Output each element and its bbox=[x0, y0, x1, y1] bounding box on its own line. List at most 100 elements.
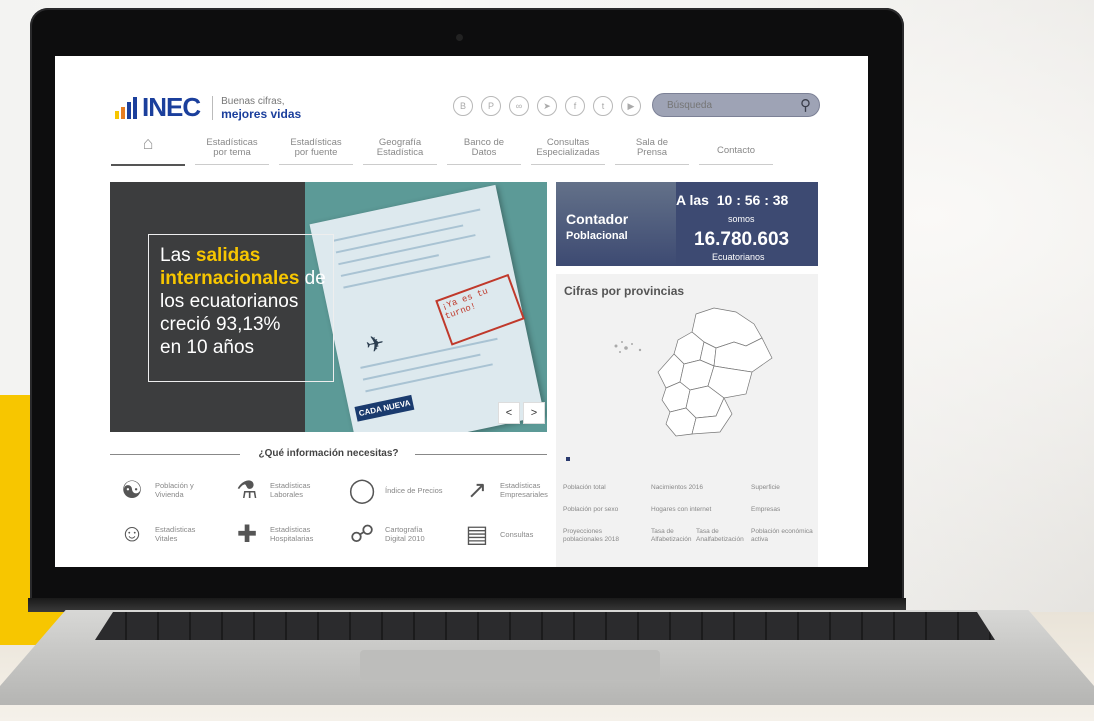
nav-sala-prensa[interactable]: Sala de Prensa bbox=[615, 138, 689, 165]
slider-quote: Las salidas internacionales de los ecuat… bbox=[160, 244, 330, 359]
nav-label: Especializadas bbox=[536, 147, 600, 158]
cat-poblacion-vivienda[interactable]: ☯ Población y Vivienda bbox=[115, 474, 215, 506]
stat-alfabetizacion[interactable]: Tasa de Alfabetización bbox=[651, 528, 691, 544]
twitter-icon[interactable]: t bbox=[593, 96, 613, 116]
nav-consultas[interactable]: Consultas Especializadas bbox=[531, 138, 605, 165]
paper-stamp: ¡Ya es tu turno! bbox=[435, 273, 525, 346]
tagline-line2: mejores vidas bbox=[221, 106, 302, 121]
time-value: 10 : 56 : 38 bbox=[716, 192, 789, 208]
webcam-icon bbox=[456, 34, 463, 41]
stat-empresas[interactable]: Empresas bbox=[751, 506, 780, 514]
info-title: ¿Qué información necesitas? bbox=[258, 448, 399, 459]
nav-estadisticas-fuente[interactable]: Estadísticas por fuente bbox=[279, 138, 353, 165]
population-number: 16.780.603 bbox=[694, 229, 790, 250]
provincias-title: Cifras por provincias bbox=[564, 284, 685, 298]
cat-label: Población y Vivienda bbox=[155, 481, 194, 499]
cat-estadisticas-laborales[interactable]: ⚗ Estadísticas Laborales bbox=[230, 474, 330, 506]
quote-pre: Las bbox=[160, 245, 196, 266]
slider-prev-button[interactable]: < bbox=[498, 402, 520, 424]
worker-icon: ⚗ bbox=[236, 476, 258, 504]
hospital-icon: ✚ bbox=[236, 520, 258, 548]
quote-line5: en 10 años bbox=[160, 337, 255, 358]
nav-contacto[interactable]: Contacto bbox=[699, 138, 773, 165]
contador-title-text: Contador bbox=[566, 211, 629, 227]
prices-icon: ◯ bbox=[348, 476, 376, 504]
stat-analfabetizacion[interactable]: Tasa de Analfabetización bbox=[696, 528, 744, 544]
growth-chart-icon: ↗ bbox=[466, 476, 488, 504]
consultas-icon: ▤ bbox=[465, 520, 489, 548]
ecuador-map-icon[interactable] bbox=[596, 302, 796, 442]
cat-cartografia-digital[interactable]: ☍ Cartografía Digital 2010 bbox=[345, 518, 445, 550]
nav-label: por tema bbox=[213, 147, 251, 158]
search-input[interactable] bbox=[665, 94, 799, 116]
home-icon: ⌂ bbox=[142, 133, 154, 153]
plane-icon: ✈ bbox=[363, 329, 387, 358]
stat-superficie[interactable]: Superficie bbox=[751, 484, 780, 492]
nav-label: Contacto bbox=[716, 145, 756, 156]
nav-label: Datos bbox=[471, 147, 497, 158]
cat-label: Estadísticas Empresariales bbox=[500, 481, 548, 499]
cat-label: Índice de Precios bbox=[385, 485, 443, 495]
cat-consultas[interactable]: ▤ Consultas bbox=[460, 518, 560, 550]
stat-proyecciones[interactable]: Proyecciones poblacionales 2018 bbox=[563, 528, 633, 544]
quote-line4: creció 93,13% bbox=[160, 314, 281, 335]
keyboard bbox=[95, 612, 995, 640]
stat-poblacion-sexo[interactable]: Población por sexo bbox=[563, 506, 618, 514]
facebook-icon[interactable]: f bbox=[565, 96, 585, 116]
logo-text: INEC bbox=[142, 92, 201, 122]
trackpad bbox=[360, 650, 660, 680]
nav-banco-datos[interactable]: Banco de Datos bbox=[447, 138, 521, 165]
baby-icon: ☺ bbox=[119, 520, 145, 547]
slider-arrows: < > bbox=[498, 402, 547, 424]
slider-next-button[interactable]: > bbox=[523, 402, 545, 424]
provincias-panel: Cifras por provincias Población total Na… bbox=[556, 274, 818, 567]
population-unit: Ecuatorianos bbox=[712, 252, 765, 262]
nav-label: por fuente bbox=[294, 147, 338, 158]
nav-geografia[interactable]: Geografía Estadística bbox=[363, 138, 437, 165]
nav-label: Prensa bbox=[636, 147, 668, 158]
quote-post: de bbox=[299, 268, 326, 289]
pinterest-icon[interactable]: P bbox=[481, 96, 501, 116]
map-marker-icon bbox=[566, 457, 570, 461]
nav-home[interactable]: ⌂ bbox=[111, 134, 185, 166]
screen: INEC Buenas cifras, mejores vidas B P ∞ … bbox=[55, 56, 868, 567]
flickr-icon[interactable]: ∞ bbox=[509, 96, 529, 116]
cat-label: Cartografía Digital 2010 bbox=[385, 525, 425, 543]
map-icon: ☍ bbox=[349, 520, 375, 548]
contador-title: Contador Poblacional bbox=[566, 212, 628, 244]
telegram-icon[interactable]: ➤ bbox=[537, 96, 557, 116]
stat-nacimientos[interactable]: Nacimientos 2016 bbox=[651, 484, 703, 492]
logo-bars-icon bbox=[115, 96, 139, 119]
cat-estadisticas-vitales[interactable]: ☺ Estadísticas Vitales bbox=[115, 518, 215, 550]
logo[interactable]: INEC Buenas cifras, mejores vidas bbox=[115, 92, 301, 123]
cat-indice-precios[interactable]: ◯ Índice de Precios bbox=[345, 474, 445, 506]
stat-poblacion-total[interactable]: Población total bbox=[563, 484, 606, 492]
tagline: Buenas cifras, mejores vidas bbox=[212, 95, 302, 121]
people-icon: ☯ bbox=[121, 476, 143, 504]
cat-label: Estadísticas Vitales bbox=[155, 525, 196, 543]
contador-poblacional[interactable]: Contador Poblacional A las 10 : 56 : 38 … bbox=[556, 182, 818, 266]
contador-time: A las 10 : 56 : 38 bbox=[676, 192, 788, 208]
time-prefix: A las bbox=[676, 192, 709, 208]
nav-label: Estadística bbox=[376, 147, 424, 158]
laptop-hinge bbox=[28, 598, 906, 612]
stat-hogares-internet[interactable]: Hogares con internet bbox=[651, 506, 711, 514]
blog-icon[interactable]: B bbox=[453, 96, 473, 116]
cat-label: Estadísticas Laborales bbox=[270, 481, 311, 499]
main-nav: ⌂ Estadísticas por tema Estadísticas por… bbox=[111, 134, 783, 166]
tagline-line1: Buenas cifras, bbox=[221, 95, 285, 107]
nav-estadisticas-tema[interactable]: Estadísticas por tema bbox=[195, 138, 269, 165]
cat-label: Consultas bbox=[500, 529, 534, 539]
youtube-icon[interactable]: ▶ bbox=[621, 96, 641, 116]
cat-estadisticas-empresariales[interactable]: ↗ Estadísticas Empresariales bbox=[460, 474, 560, 506]
hero-slider[interactable]: ✈ ¡Ya es tu turno! CADA NUEVA Las salida… bbox=[110, 182, 547, 432]
search-box: ⚲ bbox=[652, 93, 820, 117]
search-icon[interactable]: ⚲ bbox=[800, 96, 811, 114]
social-icons: B P ∞ ➤ f t ▶ bbox=[453, 96, 649, 116]
cat-label: Estadísticas Hospitalarias bbox=[270, 525, 314, 543]
paper-cada-label: CADA NUEVA bbox=[354, 394, 415, 422]
quote-line3: los ecuatorianos bbox=[160, 291, 299, 312]
stat-pea[interactable]: Población económica activa bbox=[751, 528, 813, 544]
cat-estadisticas-hospitalarias[interactable]: ✚ Estadísticas Hospitalarias bbox=[230, 518, 330, 550]
contador-subtitle: Poblacional bbox=[566, 230, 628, 242]
